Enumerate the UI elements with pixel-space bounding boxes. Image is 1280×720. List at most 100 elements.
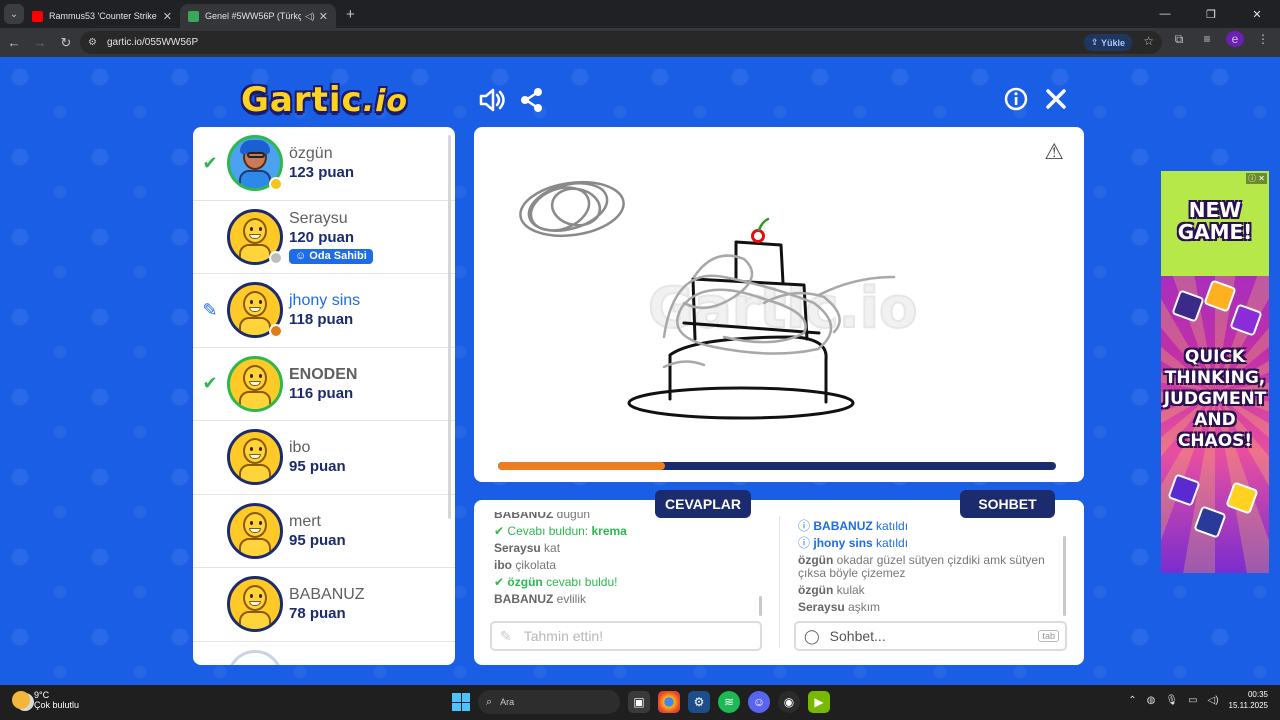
chat-tab[interactable]: SOHBET [960, 490, 1055, 518]
player-row[interactable]: ibo 95 puan [193, 421, 455, 495]
search-icon: ⌕ [486, 695, 493, 708]
player-row[interactable]: ✔ ENODEN 116 puan [193, 348, 455, 421]
avatar [227, 502, 283, 559]
close-tab-icon[interactable]: ✕ [163, 10, 172, 23]
player-score: 123 puan [289, 164, 355, 182]
windows-taskbar: 9°C Çok bulutlu ⌕ Ara ▣ ⚙ ≋ ☺ ◉ ▶ ⌃ ◍ 🎙 ▭… [0, 685, 1280, 720]
chrome-icon[interactable] [658, 691, 680, 713]
player-row[interactable]: ✔ özgün 123 puan [193, 127, 455, 201]
weather-widget[interactable]: 9°C Çok bulutlu [12, 690, 79, 710]
gartic-logo[interactable]: Gartic.io [241, 80, 408, 120]
address-bar[interactable]: ⚙ gartic.io/055WW56P ⇪ Yükle ☆ [80, 31, 1162, 54]
player-row[interactable]: BABANUZ 78 puan [193, 568, 455, 642]
reload-icon[interactable]: ↻ [54, 31, 78, 55]
info-icon[interactable] [1004, 87, 1028, 111]
back-icon[interactable]: ← [2, 31, 26, 55]
guess-input[interactable] [523, 628, 724, 644]
report-warning-icon[interactable]: ⚠ [1044, 139, 1064, 165]
network-icon[interactable]: ◍ [1147, 695, 1156, 706]
sound-icon[interactable] [478, 87, 506, 113]
audio-playing-icon[interactable]: ◁) [305, 11, 315, 22]
install-app-button[interactable]: ⇪ Yükle [1083, 34, 1132, 51]
close-room-icon[interactable] [1045, 88, 1067, 110]
media-control-icon[interactable]: ≡ [1198, 32, 1216, 46]
spotify-icon[interactable]: ≋ [718, 691, 740, 713]
browser-tab-gartic[interactable]: Genel #5WW56P (Türkçe) - ◁) ✕ [180, 4, 336, 28]
advertisement-banner[interactable]: ⓘ ✕ NEW GAME! QUICK THINKING, JUDGMENT AND CH… [1161, 171, 1269, 573]
chat-list: ⓘ BABANUZ katıldı ⓘ jhony sins katıldı ö… [798, 518, 1060, 624]
pencil-icon: ✎ [500, 627, 512, 644]
url-text[interactable]: gartic.io/055WW56P [107, 37, 198, 48]
chat-scrollbar[interactable] [1063, 536, 1066, 616]
tab-title: Rammus53 'Counter Strike 2' O [49, 11, 159, 21]
browser-tab-youtube[interactable]: Rammus53 'Counter Strike 2' O ✕ [24, 4, 180, 28]
tab-title: Genel #5WW56P (Türkçe) - [205, 11, 301, 21]
nvidia-icon[interactable]: ▶ [808, 691, 830, 713]
avatar [227, 355, 283, 412]
clock-date: 15.11.2025 [1228, 701, 1268, 710]
steam-icon[interactable]: ⚙ [688, 691, 710, 713]
avatar [227, 282, 283, 339]
guessed-check-icon: ✔ [202, 373, 218, 394]
answer-message: ibo çikolata [494, 558, 557, 572]
discord-icon[interactable]: ☺ [748, 691, 770, 713]
maximize-icon[interactable]: ❐ [1188, 0, 1234, 28]
player-name: özgün [289, 145, 333, 163]
player-score: 118 puan [289, 311, 354, 329]
bookmark-star-icon[interactable]: ☆ [1143, 34, 1154, 48]
extensions-icon[interactable]: ⧉ [1170, 32, 1188, 47]
player-score: 78 puan [289, 605, 346, 623]
avatar [227, 576, 283, 633]
timer-fill [498, 462, 666, 470]
guess-field[interactable]: ✎ [490, 621, 762, 651]
answers-scrollbar[interactable] [759, 596, 762, 616]
player-score: 120 puan [289, 228, 355, 246]
drawing-canvas[interactable]: Gartic.io ⚠ [474, 127, 1084, 482]
player-name: BABANUZ [289, 586, 365, 604]
player-score: 95 puan [289, 458, 346, 476]
player-row[interactable]: mert 95 puan [193, 495, 455, 568]
minimize-icon[interactable]: — [1142, 0, 1188, 28]
answer-message: ✔ Cevabı buldun: krema [494, 524, 627, 538]
player-name: ibo [289, 439, 311, 457]
tray-overflow-icon[interactable]: ⌃ [1128, 695, 1136, 706]
player-row[interactable]: ✎ jhony sins 118 puan [193, 274, 455, 348]
cherry-drawing [751, 217, 770, 243]
site-info-icon[interactable]: ⚙ [88, 37, 97, 48]
chat-field[interactable]: ◯ tab [794, 621, 1067, 651]
close-tab-icon[interactable]: ✕ [319, 10, 328, 23]
room-owner-badge: ☺ Oda Sahibi [289, 248, 373, 264]
answer-message: Seraysu kat [494, 541, 561, 555]
chat-input[interactable] [829, 628, 1030, 644]
forward-icon[interactable]: → [28, 31, 52, 55]
profile-avatar[interactable]: e [1226, 31, 1244, 47]
task-view-icon[interactable]: ▣ [628, 691, 650, 713]
taskbar-search[interactable]: ⌕ Ara [478, 690, 620, 714]
chat-message: ⓘ BABANUZ katıldı [798, 519, 909, 533]
windows-start-icon[interactable] [452, 693, 470, 711]
obs-icon[interactable]: ◉ [778, 691, 800, 713]
tab-search-button[interactable]: ⌄ [4, 4, 24, 24]
share-icon[interactable] [520, 87, 544, 113]
close-window-icon[interactable]: ✕ [1234, 0, 1280, 28]
players-panel[interactable]: ✔ özgün 123 puan Seraysu 120 puan ☺ Oda … [193, 127, 455, 665]
level-dot-icon [269, 324, 283, 339]
player-row-partial[interactable] [193, 642, 455, 665]
chat-bubble-icon: ◯ [804, 627, 820, 644]
player-score: 95 puan [289, 531, 346, 549]
monitor-icon[interactable]: ▭ [1188, 695, 1197, 706]
player-row[interactable]: Seraysu 120 puan ☺ Oda Sahibi [193, 201, 455, 274]
panel-divider [779, 516, 780, 648]
ad-info-icon[interactable]: ⓘ ✕ [1246, 173, 1267, 184]
microphone-icon[interactable]: 🎙 [1165, 695, 1178, 706]
system-tray: ⌃ ◍ 🎙 ▭ ◁) 00:35 15.11.2025 [1128, 689, 1268, 711]
players-scrollbar[interactable] [448, 135, 451, 519]
toolbar-right: ⧉ ≡ e ⋮ [1170, 31, 1272, 47]
clock[interactable]: 00:35 15.11.2025 [1229, 689, 1268, 711]
avatar [227, 135, 283, 192]
volume-icon[interactable]: ◁) [1208, 695, 1219, 706]
gartic-favicon-icon [188, 10, 199, 22]
weather-cloud-icon [12, 691, 30, 709]
new-tab-button[interactable]: + [346, 6, 355, 23]
menu-icon[interactable]: ⋮ [1254, 32, 1272, 46]
